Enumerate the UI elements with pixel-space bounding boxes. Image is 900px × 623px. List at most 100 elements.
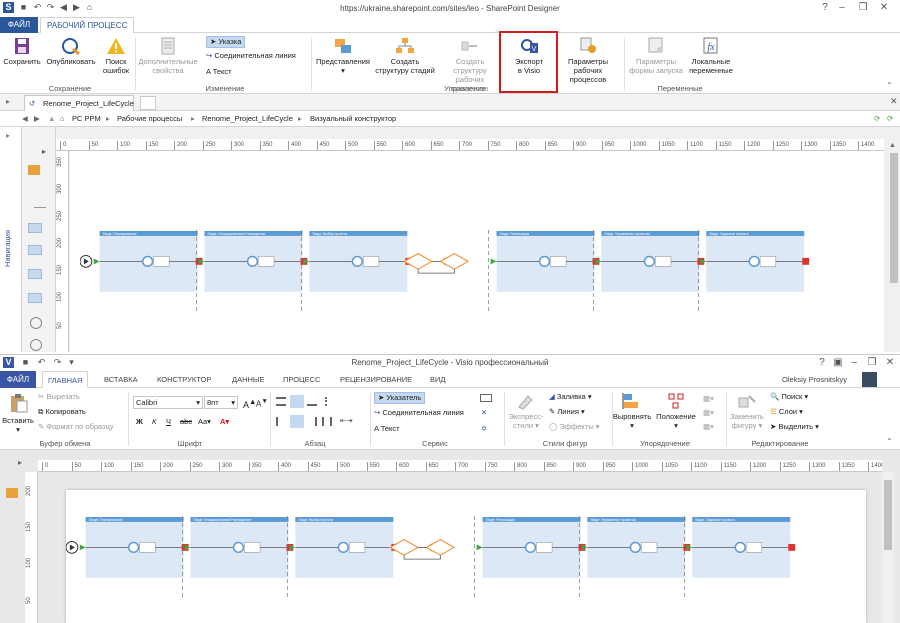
find-button[interactable]: 🔍 Поиск ▾ (770, 392, 808, 402)
align-center-icon[interactable] (290, 415, 304, 428)
collapse-ribbon-icon[interactable]: ⌃ (886, 437, 893, 446)
cut-button[interactable]: ✂ Вырезать (38, 392, 80, 402)
close-x-icon[interactable]: ✕ (481, 408, 487, 418)
back-nav-icon[interactable]: ◀ (22, 111, 28, 126)
tab-workflow[interactable]: РАБОЧИЙ ПРОЦЕСС (40, 17, 135, 33)
breadcrumb-item-site[interactable]: PC PPM (72, 111, 101, 126)
send-backward-icon[interactable]: ▩▾ (703, 408, 714, 418)
shapes-icon[interactable] (6, 488, 18, 498)
restore-button[interactable]: ❐ (856, 1, 870, 15)
restore-button[interactable]: ❐ (865, 356, 879, 370)
tab-design[interactable]: КОНСТРУКТОР (157, 371, 211, 388)
strikethrough-button[interactable]: abc (180, 417, 192, 427)
shape-stencil[interactable] (28, 269, 42, 279)
user-name[interactable]: Oleksiy Prosnitskyy (782, 371, 847, 388)
minimize-button[interactable]: – (835, 1, 849, 15)
grow-font-button[interactable]: A▲ (243, 397, 256, 410)
position-button[interactable]: Положение ▾ (654, 392, 698, 430)
align-bottom-icon[interactable] (307, 397, 317, 406)
avatar[interactable] (862, 372, 877, 387)
help-icon[interactable]: ? (815, 356, 829, 370)
align-middle-icon[interactable] (290, 395, 304, 408)
tab-insert[interactable]: ВСТАВКА (104, 371, 138, 388)
shape-stencil[interactable] (28, 245, 42, 255)
ribbon-options-icon[interactable]: ▣ (831, 356, 845, 370)
views-button[interactable]: Представления ▾ (314, 37, 372, 75)
refresh-all-icon[interactable]: ⟳ (887, 111, 893, 126)
rectangle-shape-icon[interactable] (480, 394, 492, 402)
underline-button[interactable]: Ч (166, 417, 171, 427)
up-icon[interactable]: ▲ (48, 111, 55, 126)
font-size-select[interactable]: 8пт ▾ (204, 396, 238, 409)
vertical-scrollbar[interactable]: ▲ (888, 139, 900, 352)
bullets-icon[interactable] (325, 397, 335, 406)
pointer-tool[interactable]: ➤ Указка (206, 36, 246, 48)
select-button[interactable]: ➤ Выделить ▾ (770, 422, 819, 432)
check-errors-button[interactable]: Поиск ошибок (100, 37, 132, 75)
publish-button[interactable]: Опубликовать (44, 37, 98, 66)
fill-button[interactable]: ◢ Заливка ▾ (549, 392, 592, 402)
refresh-icon[interactable]: ⟳ (874, 111, 880, 126)
close-button[interactable]: ✕ (883, 356, 897, 370)
breadcrumb-item-workflow[interactable]: Renome_Project_LifeCycle (202, 111, 293, 126)
align-button[interactable]: Выровнять ▾ (612, 392, 652, 430)
effects-button[interactable]: ◯ Эффекты ▾ (549, 422, 599, 432)
change-case-button[interactable]: Aa▾ (198, 417, 211, 427)
group-shapes-icon[interactable]: ▩▾ (703, 422, 714, 432)
text-tool[interactable]: A Текст (374, 424, 400, 434)
workflow-params-button[interactable]: Параметры рабочих процессов (555, 37, 621, 84)
local-variables-button[interactable]: fx Локальные переменные (686, 37, 736, 75)
new-tab-button[interactable] (140, 96, 156, 110)
paste-button[interactable]: Вставить ▾ (2, 392, 34, 434)
tab-process[interactable]: ПРОЦЕСС (283, 371, 320, 388)
breadcrumb-item-workflows[interactable]: Рабочие процессы (117, 111, 182, 126)
tab-data[interactable]: ДАННЫЕ (232, 371, 265, 388)
format-painter-button[interactable]: ✎ Формат по образцу (38, 422, 114, 432)
expand-nav-icon[interactable]: ▸ (6, 131, 10, 140)
font-color-button[interactable]: A▾ (220, 417, 229, 427)
scrollbar-thumb[interactable] (890, 153, 898, 283)
forward-nav-icon[interactable]: ▶ (34, 111, 40, 126)
shape-stencil-circle[interactable] (30, 339, 42, 351)
expand-shapes-icon[interactable]: ▸ (42, 147, 46, 156)
help-icon[interactable]: ? (818, 1, 832, 15)
bring-forward-icon[interactable]: ▩▾ (703, 394, 714, 404)
connector-tool[interactable]: ↪ Соединительная линия (374, 408, 464, 418)
tab-review[interactable]: РЕЦЕНЗИРОВАНИЕ (340, 371, 412, 388)
minimize-button[interactable]: – (847, 356, 861, 370)
scrollbar-thumb[interactable] (884, 480, 892, 550)
shape-stencil[interactable] (28, 293, 42, 303)
shape-stencil-circle[interactable] (30, 317, 42, 329)
navigation-label[interactable]: Навигация (3, 207, 12, 267)
layers-button[interactable]: ☰ Слои ▾ (770, 407, 803, 417)
breadcrumb-item-designer[interactable]: Визуальный конструктор (310, 111, 396, 126)
connection-point-icon[interactable]: ✡ (481, 424, 487, 434)
pointer-tool[interactable]: ➤ Указатель (374, 392, 426, 404)
shape-stencil[interactable] (28, 223, 42, 233)
shrink-font-button[interactable]: A▼ (256, 397, 268, 410)
font-name-select[interactable]: Calibri ▾ (133, 396, 203, 409)
align-left-icon[interactable] (276, 417, 286, 426)
expand-shapes-icon[interactable]: ▸ (18, 458, 22, 467)
italic-button[interactable]: К (152, 417, 156, 427)
indent-icon[interactable]: ⇤⇥ (340, 416, 353, 426)
collapse-nav-icon[interactable]: ▸ (6, 97, 10, 106)
save-button[interactable]: Сохранить (3, 37, 41, 66)
vertical-scrollbar[interactable] (882, 472, 894, 623)
align-right-icon[interactable] (307, 417, 317, 426)
line-button[interactable]: ✎ Линия ▾ (549, 407, 585, 417)
tab-file[interactable]: ФАЙЛ (0, 17, 38, 33)
quick-styles-button[interactable]: Экспресс-стили ▾ (506, 392, 546, 430)
tab-renome-lifecycle[interactable]: ↺ Renome_Project_LifeCycle * (24, 95, 134, 123)
create-stage-structure-button[interactable]: Создать структуру стадий (373, 37, 437, 75)
text-tool[interactable]: A Текст (206, 67, 232, 77)
close-button[interactable]: ✕ (877, 1, 891, 15)
change-shape-button[interactable]: Заменить фигуру ▾ (728, 392, 766, 430)
justify-icon[interactable] (322, 417, 332, 426)
bold-button[interactable]: Ж (136, 417, 143, 427)
shapes-icon[interactable] (28, 165, 40, 175)
tab-view[interactable]: ВИД (430, 371, 445, 388)
align-top-icon[interactable] (276, 397, 286, 406)
collapse-ribbon-icon[interactable]: ⌃ (886, 81, 893, 90)
close-tab-icon[interactable]: ✕ (890, 96, 898, 107)
